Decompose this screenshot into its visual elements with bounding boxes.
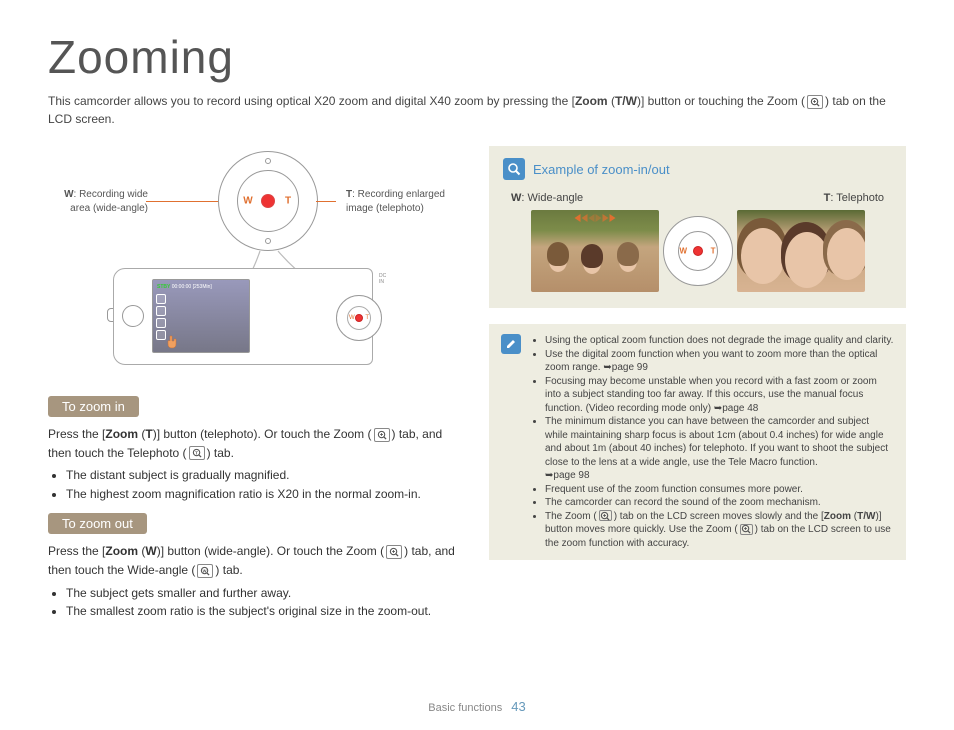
example-w-label: W: Wide-angle — [511, 192, 583, 204]
zoom-plus-icon — [374, 428, 390, 442]
example-title: Example of zoom-in/out — [533, 162, 670, 177]
zoom-out-section: To zoom out Press the [Zoom (W)] button … — [48, 513, 465, 620]
page-number: 43 — [511, 699, 525, 714]
dial-t-label: T — [281, 196, 295, 207]
note-5: Frequent use of the zoom function consum… — [545, 483, 894, 497]
zoom-out-heading: To zoom out — [48, 513, 147, 534]
screen-timecode: 00:00:00 [253Min] — [172, 284, 212, 290]
zoom-plus-icon — [599, 510, 612, 521]
example-box: Example of zoom-in/out W: Wide-angle T: … — [489, 146, 906, 308]
intro-mid: ( — [608, 94, 615, 108]
zoom-out-bullet-1: The subject gets smaller and further awa… — [66, 584, 465, 603]
telephoto-photo — [737, 210, 865, 292]
top-zoom-dial: W T — [218, 151, 318, 251]
w-label: : Recording wide area (wide-angle) — [70, 189, 148, 214]
intro-pre: This camcorder allows you to record usin… — [48, 94, 575, 108]
stby-indicator: STBY — [157, 284, 170, 290]
camcorder-body: STBY 00:00:00 [253Min] DC IN W T — [113, 268, 403, 365]
wide-angle-icon — [197, 564, 213, 578]
intro-post1: )] button or touching the Zoom ( — [637, 94, 805, 108]
example-zoom-dial: W T — [663, 216, 733, 286]
dc-in-label: DC IN — [379, 273, 386, 285]
telephoto-icon — [189, 446, 205, 460]
wide-angle-photo — [531, 210, 659, 292]
zoom-in-bullet-2: The highest zoom magnification ratio is … — [66, 485, 465, 504]
zoom-in-section: To zoom in Press the [Zoom (T)] button (… — [48, 396, 465, 503]
example-t-label: T: Telephoto — [824, 192, 884, 204]
note-6: The camcorder can record the sound of th… — [545, 496, 894, 510]
zoom-in-instructions: Press the [Zoom (T)] button (telephoto).… — [48, 425, 465, 462]
page-title: Zooming — [48, 30, 906, 84]
zoom-plus-icon — [386, 545, 402, 559]
footer-section: Basic functions — [428, 702, 502, 714]
camcorder-diagram: W: Recording wide area (wide-angle) W T … — [48, 156, 465, 386]
zoom-out-bullet-2: The smallest zoom ratio is the subject's… — [66, 602, 465, 621]
side-zoom-dial: W T — [336, 295, 382, 341]
zoom-in-bullet-1: The distant subject is gradually magnifi… — [66, 466, 465, 485]
t-label: : Recording enlarged image (telephoto) — [346, 189, 445, 214]
dial-w-label: W — [241, 196, 255, 207]
note-7: The Zoom () tab on the LCD screen moves … — [545, 510, 894, 551]
note-3: Focusing may become unstable when you re… — [545, 375, 894, 416]
note-1: Using the optical zoom function does not… — [545, 334, 894, 348]
intro-tw: T/W — [615, 94, 637, 108]
page-footer: Basic functions 43 — [0, 699, 954, 714]
intro-text: This camcorder allows you to record usin… — [48, 92, 906, 128]
intro-zoom-word: Zoom — [575, 94, 608, 108]
zoom-plus-icon — [740, 524, 753, 535]
t-pointer-line — [316, 201, 336, 202]
note-pencil-icon — [501, 334, 521, 354]
example-photo-row: W T — [503, 210, 892, 292]
note-2: Use the digital zoom function when you w… — [545, 348, 894, 375]
side-dial-w: W — [349, 315, 355, 321]
touch-hand-icon — [165, 334, 181, 350]
zoom-out-instructions: Press the [Zoom (W)] button (wide-angle)… — [48, 542, 465, 579]
mid-dial-w: W — [680, 247, 688, 256]
note-4: The minimum distance you can have betwee… — [545, 415, 894, 483]
side-dial-t: T — [365, 315, 369, 321]
zoom-in-heading: To zoom in — [48, 396, 139, 417]
zoom-plus-icon — [807, 95, 823, 109]
lcd-screen: STBY 00:00:00 [253Min] — [152, 279, 250, 353]
notes-box: Using the optical zoom function does not… — [489, 324, 906, 560]
w-label-bold: W — [64, 189, 73, 200]
mid-dial-t: T — [711, 247, 716, 256]
magnifier-icon — [503, 158, 525, 180]
